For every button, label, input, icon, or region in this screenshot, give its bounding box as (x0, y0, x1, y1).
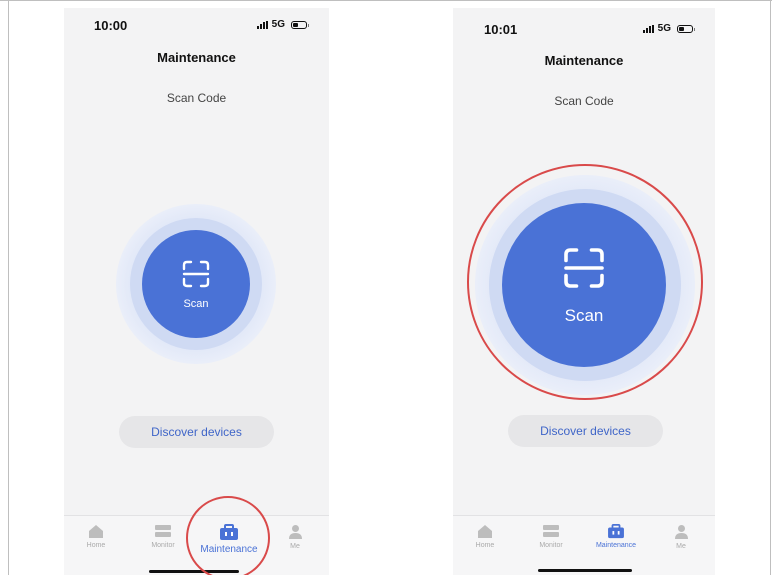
person-icon (288, 525, 302, 539)
tab-maintenance-label: Maintenance (595, 542, 637, 549)
tab-maintenance[interactable]: Maintenance (586, 524, 646, 549)
scan-code-label: Scan Code (166, 91, 227, 105)
signal-icon (642, 24, 654, 33)
tab-monitor[interactable]: Monitor (133, 524, 193, 549)
discover-devices-button[interactable]: Discover devices (119, 416, 274, 448)
home-icon (89, 525, 103, 538)
status-time: 10:00 (94, 18, 128, 33)
scan-code-icon (182, 260, 210, 288)
status-icons: 5G (642, 23, 695, 34)
scan-button-highlight (467, 164, 703, 400)
tab-me[interactable]: Me (651, 524, 711, 550)
tab-home-label: Home (475, 542, 495, 549)
frame-left-line (8, 0, 9, 575)
discover-devices-label: Discover devices (151, 425, 242, 439)
status-bar: 10:00 5G (64, 8, 329, 38)
status-bar: 10:01 5G (453, 8, 715, 38)
toolbox-icon (608, 524, 624, 539)
tab-home[interactable]: Home (66, 524, 126, 549)
tab-me-label: Me (290, 543, 300, 550)
tab-home[interactable]: Home (455, 524, 515, 549)
tab-monitor-label: Monitor (539, 542, 563, 549)
frame-right-line (770, 0, 771, 575)
person-icon (674, 525, 688, 539)
scan-button-label: Scan (183, 298, 209, 310)
phone-screen-2: 10:01 5G Maintenance Scan Code Scan Disc… (453, 8, 715, 575)
frame-top-line (0, 0, 772, 1)
tab-monitor-label: Monitor (151, 542, 175, 549)
battery-icon (291, 20, 309, 29)
tab-monitor[interactable]: Monitor (521, 524, 581, 549)
discover-devices-button[interactable]: Discover devices (508, 415, 663, 447)
status-time: 10:01 (484, 22, 518, 37)
signal-icon (256, 20, 268, 29)
scan-button[interactable]: Scan (142, 230, 250, 338)
tab-home-label: Home (86, 542, 106, 549)
battery-icon (677, 24, 695, 33)
network-label: 5G (271, 19, 285, 30)
page-title: Maintenance (157, 50, 236, 65)
tab-me-label: Me (676, 543, 686, 550)
tab-bar: Home Monitor Maintenance Me (453, 515, 715, 575)
network-label: 5G (657, 23, 671, 34)
home-indicator (538, 569, 632, 572)
phone-screen-1: 10:00 5G Maintenance Scan Code Scan Disc… (64, 8, 329, 575)
home-icon (478, 525, 492, 538)
maintenance-tab-highlight (186, 496, 270, 575)
page-title: Maintenance (544, 53, 624, 68)
discover-devices-label: Discover devices (540, 424, 631, 438)
tab-me[interactable]: Me (265, 524, 325, 550)
monitor-icon (543, 525, 559, 537)
scan-code-label: Scan Code (554, 94, 614, 108)
status-icons: 5G (256, 19, 309, 30)
monitor-icon (155, 525, 171, 537)
